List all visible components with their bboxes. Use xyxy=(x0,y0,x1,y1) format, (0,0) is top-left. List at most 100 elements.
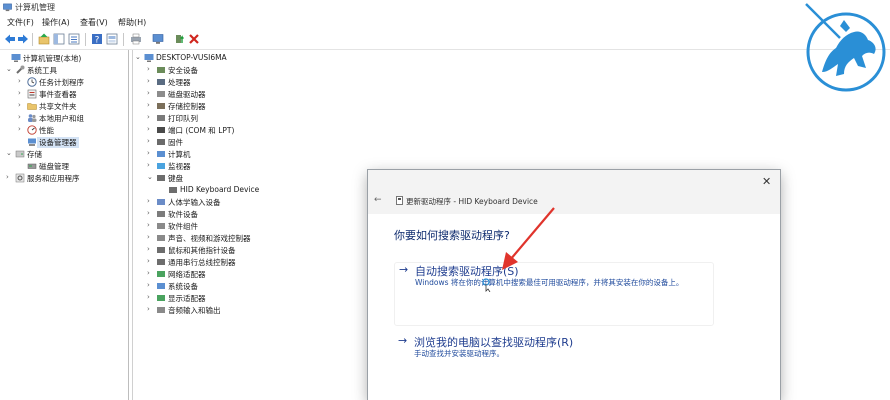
chevron-right-icon[interactable]: › xyxy=(147,281,155,289)
tree-node-label: 设备管理器 xyxy=(37,137,79,148)
menu-action[interactable]: 操作(A) xyxy=(42,17,70,28)
display-adapter-icon xyxy=(157,295,165,301)
back-arrow-icon[interactable]: ← xyxy=(374,195,382,205)
device-category-label: 键盘 xyxy=(168,174,183,183)
storage-icon xyxy=(15,150,25,158)
chevron-down-icon[interactable]: ⌄ xyxy=(6,65,14,73)
browse-computer-description: 手动查找并安装驱动程序。 xyxy=(414,349,504,358)
computer-management-app-icon xyxy=(3,3,12,12)
properties-icon[interactable] xyxy=(68,33,80,45)
window-title: 计算机管理 xyxy=(15,3,55,12)
back-icon[interactable] xyxy=(4,33,16,45)
storage-ctrl-icon xyxy=(157,103,165,109)
browse-computer-option[interactable]: → 浏览我的电脑以查找驱动程序(R) 手动查找并安装驱动程序。 xyxy=(394,334,712,370)
monitor-icon xyxy=(157,163,165,169)
device-category-label: 软件设备 xyxy=(168,210,198,219)
monitor-icon[interactable] xyxy=(152,33,164,45)
show-hide-tree-icon[interactable] xyxy=(53,33,65,45)
chevron-right-icon[interactable]: › xyxy=(147,269,155,277)
knight-logo xyxy=(805,3,886,92)
chevron-right-icon[interactable]: › xyxy=(147,293,155,301)
device-mgr-icon xyxy=(28,138,36,146)
chevron-right-icon[interactable]: › xyxy=(147,137,155,145)
disk-drive-icon xyxy=(157,91,165,97)
chevron-right-icon[interactable]: › xyxy=(147,89,155,97)
menu-bar: 文件(F) 操作(A) 查看(V) 帮助(H) xyxy=(0,15,890,30)
chevron-right-icon[interactable]: › xyxy=(147,209,155,217)
device-category-label: 通用串行总线控制器 xyxy=(168,258,236,267)
tree-node-label: 本地用户和组 xyxy=(39,114,84,123)
arrow-right-icon: → xyxy=(399,263,409,276)
chevron-down-icon[interactable]: ⌄ xyxy=(135,53,143,61)
help-icon[interactable]: ? xyxy=(91,33,103,45)
up-icon[interactable] xyxy=(38,33,50,45)
toolbar-separator xyxy=(85,33,86,46)
device-tree-root-label: DESKTOP-VUSI6MA xyxy=(156,53,227,62)
tree-node-label: 服务和应用程序 xyxy=(27,174,80,183)
tree-node-label: 计算机管理(本地) xyxy=(23,54,82,63)
computer-mgmt-icon xyxy=(11,54,21,62)
device-category-label: 鼠标和其他指针设备 xyxy=(168,246,236,255)
folder-icon xyxy=(27,103,37,110)
computer-icon xyxy=(144,54,154,62)
tree-node-label: 事件查看器 xyxy=(39,90,77,99)
chevron-right-icon[interactable]: › xyxy=(18,77,26,85)
chevron-right-icon[interactable]: › xyxy=(147,305,155,313)
dialog-header xyxy=(368,170,780,214)
chevron-down-icon[interactable]: ⌄ xyxy=(147,173,155,181)
chevron-right-icon[interactable]: › xyxy=(147,65,155,73)
chevron-right-icon[interactable]: › xyxy=(18,125,26,133)
tree-node-label: 存储 xyxy=(27,150,42,159)
tools-icon xyxy=(16,65,25,74)
device-category-label: 人体学输入设备 xyxy=(168,198,221,207)
chevron-right-icon[interactable]: › xyxy=(18,113,26,121)
device-category-label: 音频输入和输出 xyxy=(168,306,221,315)
chevron-right-icon[interactable]: › xyxy=(147,197,155,205)
toolbar-separator xyxy=(123,33,124,46)
toolbar: ? xyxy=(0,30,890,50)
title-bar: 计算机管理 xyxy=(0,0,890,15)
chevron-right-icon[interactable]: › xyxy=(147,125,155,133)
chevron-right-icon[interactable]: › xyxy=(147,77,155,85)
chevron-right-icon[interactable]: › xyxy=(147,245,155,253)
forward-icon[interactable] xyxy=(17,33,29,45)
chevron-right-icon[interactable]: › xyxy=(147,101,155,109)
device-category-label: 监视器 xyxy=(168,162,191,171)
update-driver-dialog: ✕ ← 更新驱动程序 - HID Keyboard Device 你要如何搜索驱… xyxy=(368,170,780,400)
system-device-icon xyxy=(157,283,165,289)
tree-node-label: 任务计划程序 xyxy=(39,78,84,87)
update-driver-icon[interactable] xyxy=(174,33,186,45)
chevron-right-icon[interactable]: › xyxy=(6,173,14,181)
chevron-right-icon[interactable]: › xyxy=(147,221,155,229)
hid-icon xyxy=(157,199,165,205)
chevron-right-icon[interactable]: › xyxy=(18,101,26,109)
device-category-label: 声音、视频和游戏控制器 xyxy=(168,234,251,243)
print-icon[interactable] xyxy=(130,33,142,45)
security-icon xyxy=(157,67,165,73)
chevron-right-icon[interactable]: › xyxy=(147,113,155,121)
chevron-right-icon[interactable]: › xyxy=(147,149,155,157)
users-icon xyxy=(28,114,37,122)
chevron-right-icon[interactable]: › xyxy=(147,161,155,169)
network-icon xyxy=(157,271,165,277)
device-category-label: 固件 xyxy=(168,138,183,147)
software-component-icon xyxy=(157,223,165,229)
console-tree-pane: 计算机管理(本地) ⌄ 系统工具 › 任务计划程序 › 事件查看器 › 共享文件… xyxy=(0,50,129,400)
menu-file[interactable]: 文件(F) xyxy=(7,17,34,28)
menu-help[interactable]: 帮助(H) xyxy=(118,17,146,28)
device-icon xyxy=(396,196,403,205)
menu-view[interactable]: 查看(V) xyxy=(80,17,108,28)
event-icon xyxy=(27,89,37,99)
chevron-right-icon[interactable]: › xyxy=(147,257,155,265)
device-category-label: 系统设备 xyxy=(168,282,198,291)
arrow-right-icon: → xyxy=(398,334,408,347)
chevron-down-icon[interactable]: ⌄ xyxy=(6,149,14,157)
uninstall-icon[interactable] xyxy=(188,33,200,45)
close-icon[interactable]: ✕ xyxy=(762,175,771,188)
view-icon[interactable] xyxy=(106,33,118,45)
chevron-right-icon[interactable]: › xyxy=(147,233,155,241)
dialog-question: 你要如何搜索驱动程序? xyxy=(394,229,510,242)
software-device-icon xyxy=(157,211,165,217)
sound-icon xyxy=(157,235,165,241)
chevron-right-icon[interactable]: › xyxy=(18,89,26,97)
